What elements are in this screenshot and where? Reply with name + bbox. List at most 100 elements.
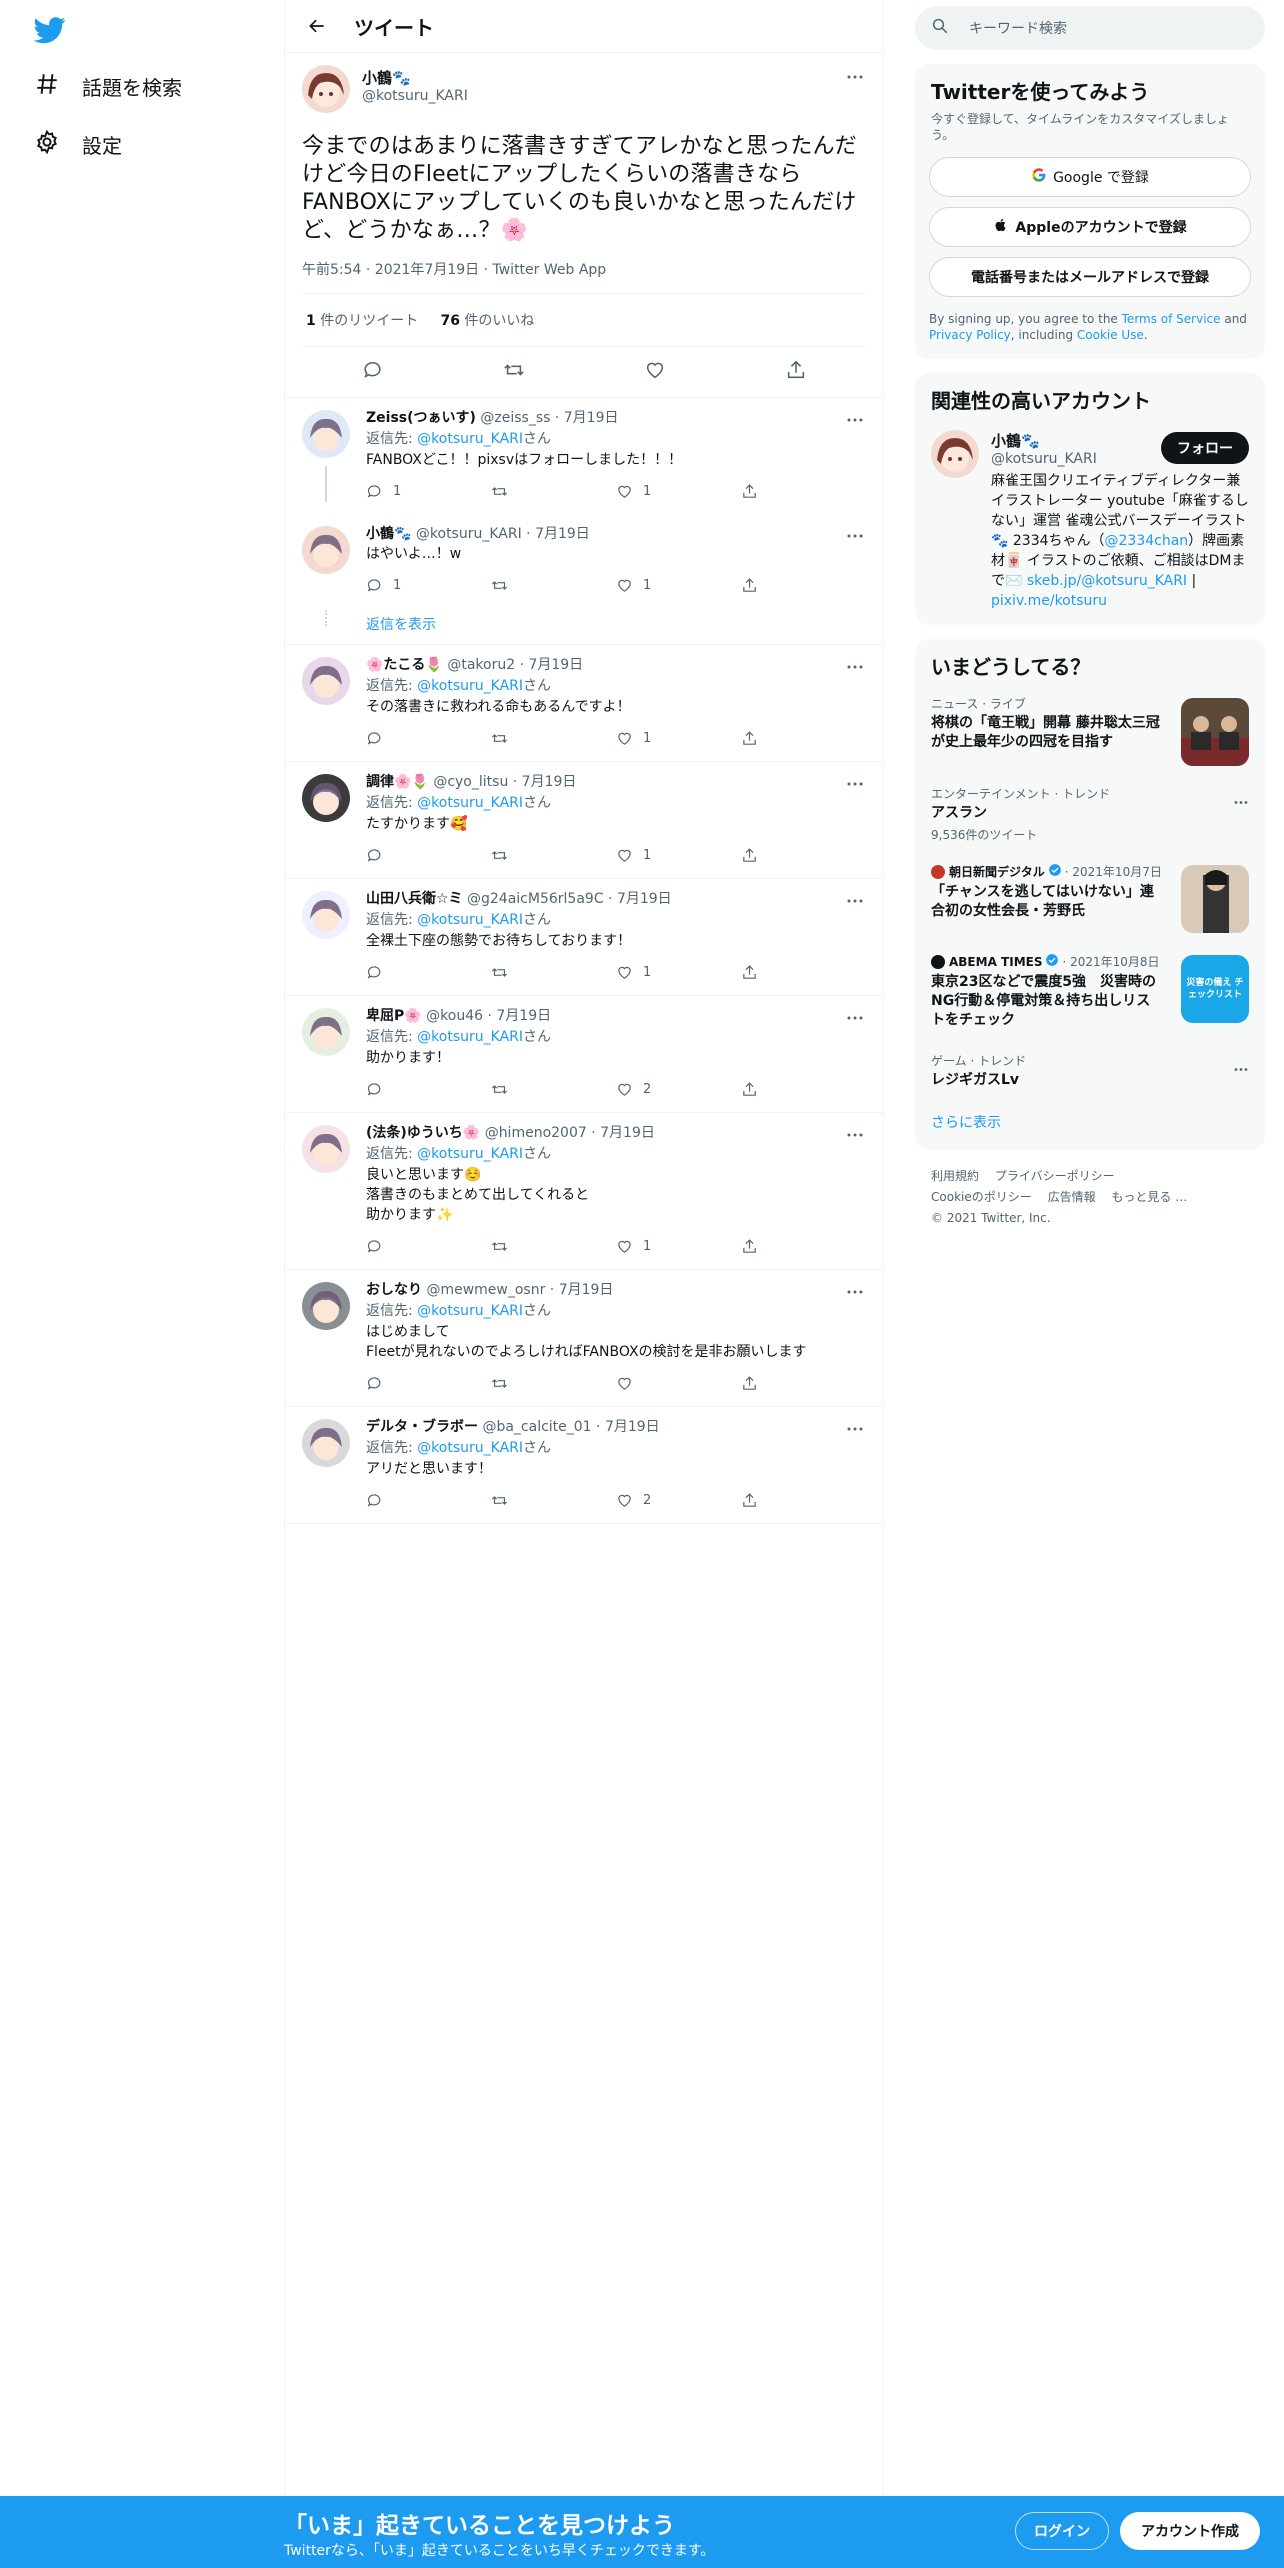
reply-to-link[interactable]: @kotsuru_KARI: [417, 678, 523, 694]
nav-settings[interactable]: 設定: [34, 124, 122, 164]
avatar[interactable]: [302, 410, 350, 458]
reply-author-name[interactable]: 調律🌸🌷: [366, 774, 429, 790]
more-icon[interactable]: [843, 526, 867, 546]
reply-author-handle[interactable]: @takoru2: [447, 657, 515, 673]
relevant-account[interactable]: 小鶴🐾 @kotsuru_KARI 麻雀王国クリエイティブディレクター兼イラスト…: [915, 420, 1265, 625]
reply-author-name[interactable]: 山田八兵衛☆ミ: [366, 891, 463, 907]
more-icon[interactable]: [843, 1008, 867, 1028]
author-handle[interactable]: @kotsuru_KARI: [362, 87, 468, 105]
reply-tweet[interactable]: デルタ・ブラボー @ba_calcite_01 · 7月19日 返信先: @ko…: [286, 1407, 883, 1524]
like-button[interactable]: 1: [616, 964, 741, 981]
more-icon[interactable]: [843, 657, 867, 677]
trend-item[interactable]: 朝日新聞デジタル · 2021年10月7日 「チャンスを逃してはいけない」連合初…: [915, 853, 1265, 943]
create-account-button[interactable]: アカウント作成: [1120, 2512, 1260, 2550]
reply-date[interactable]: · 7月19日: [487, 1008, 551, 1024]
footer-more-link[interactable]: もっと見る …: [1111, 1190, 1187, 1204]
reply-button[interactable]: [366, 1081, 491, 1098]
retweet-count-link[interactable]: 1 件のリツイート: [306, 313, 418, 329]
reply-button[interactable]: [366, 964, 491, 981]
more-icon[interactable]: [843, 1419, 867, 1439]
reply-button[interactable]: 1: [366, 483, 491, 500]
reply-tweet[interactable]: Zeiss(つぁいす) @zeiss_ss · 7月19日 返信先: @kots…: [286, 398, 883, 514]
avatar[interactable]: [302, 1008, 350, 1056]
login-button[interactable]: ログイン: [1015, 2512, 1109, 2550]
share-button[interactable]: [741, 847, 768, 864]
share-button[interactable]: [741, 964, 768, 981]
more-icon[interactable]: [843, 774, 867, 794]
like-button[interactable]: [616, 1375, 741, 1392]
share-button[interactable]: [741, 730, 768, 747]
reply-tweet[interactable]: 卑屈P🌸 @kou46 · 7月19日 返信先: @kotsuru_KARIさん…: [286, 996, 883, 1113]
reply-tweet[interactable]: 山田八兵衛☆ミ @g24aicM56rl5a9C · 7月19日 返信先: @k…: [286, 879, 883, 996]
avatar[interactable]: [302, 774, 350, 822]
share-icon[interactable]: [785, 359, 807, 385]
nav-explore[interactable]: 話題を検索: [34, 66, 182, 106]
like-button[interactable]: 1: [616, 1238, 741, 1255]
tweet-meta[interactable]: 午前5:54 · 2021年7月19日 · Twitter Web App: [302, 259, 867, 294]
avatar[interactable]: [302, 526, 350, 574]
reply-date[interactable]: · 7月19日: [596, 1419, 660, 1435]
privacy-policy-link[interactable]: Privacy Policy: [929, 328, 1011, 342]
like-button[interactable]: 1: [616, 577, 741, 594]
reply-button[interactable]: [366, 1492, 491, 1509]
reply-tweet[interactable]: 調律🌸🌷 @cyo_litsu · 7月19日 返信先: @kotsuru_KA…: [286, 762, 883, 879]
reply-author-handle[interactable]: @cyo_litsu: [433, 774, 508, 790]
reply-date[interactable]: · 7月19日: [520, 657, 584, 673]
reply-to-link[interactable]: @kotsuru_KARI: [417, 431, 523, 447]
reply-author-name[interactable]: 小鶴🐾: [366, 526, 411, 542]
reply-to-link[interactable]: @kotsuru_KARI: [417, 912, 523, 928]
share-button[interactable]: [741, 1081, 768, 1098]
like-button[interactable]: 2: [616, 1081, 741, 1098]
reply-button[interactable]: [366, 1375, 491, 1392]
twitter-logo-icon[interactable]: [33, 14, 66, 46]
share-button[interactable]: [741, 577, 768, 594]
retweet-button[interactable]: [491, 1492, 616, 1509]
reply-author-name[interactable]: 卑屈P🌸: [366, 1008, 422, 1024]
reply-icon[interactable]: [362, 359, 384, 385]
reply-date[interactable]: · 7月19日: [608, 891, 672, 907]
retweet-button[interactable]: [491, 847, 616, 864]
reply-author-handle[interactable]: @kotsuru_KARI: [416, 526, 522, 542]
follow-button[interactable]: フォロー: [1161, 432, 1249, 464]
apple-signup-button[interactable]: Appleのアカウントで登録: [929, 207, 1251, 247]
retweet-icon[interactable]: [503, 359, 525, 385]
trend-item[interactable]: エンターテインメント · トレンド アスラン 9,536件のツイート: [915, 776, 1265, 853]
reply-author-name[interactable]: (法条)ゆういち🌸: [366, 1125, 480, 1141]
reply-author-handle[interactable]: @himeno2007: [485, 1125, 587, 1141]
retweet-button[interactable]: [491, 577, 616, 594]
reply-tweet[interactable]: (法条)ゆういち🌸 @himeno2007 · 7月19日 返信先: @kots…: [286, 1113, 883, 1270]
trend-item[interactable]: ABEMA TIMES · 2021年10月8日 東京23区などで震度5強 災害…: [915, 943, 1265, 1043]
share-button[interactable]: [741, 1238, 768, 1255]
retweet-button[interactable]: [491, 483, 616, 500]
reply-author-handle[interactable]: @mewmew_osnr: [426, 1282, 545, 1298]
footer-cookie-link[interactable]: Cookieのポリシー: [931, 1190, 1032, 1204]
like-button[interactable]: 1: [616, 483, 741, 500]
avatar[interactable]: [302, 65, 350, 113]
author-name[interactable]: 小鶴🐾: [362, 69, 468, 87]
reply-author-name[interactable]: おしなり: [366, 1282, 422, 1298]
share-button[interactable]: [741, 483, 768, 500]
avatar[interactable]: [931, 430, 979, 478]
reply-button[interactable]: 1: [366, 577, 491, 594]
reply-to-link[interactable]: @kotsuru_KARI: [417, 1303, 523, 1319]
avatar[interactable]: [302, 1282, 350, 1330]
footer-ads-link[interactable]: 広告情報: [1048, 1190, 1096, 1204]
share-button[interactable]: [741, 1492, 768, 1509]
more-icon[interactable]: [843, 891, 867, 911]
phone-email-signup-button[interactable]: 電話番号またはメールアドレスで登録: [929, 257, 1251, 297]
trend-item[interactable]: ニュース · ライブ 将棋の「竜王戦」開幕 藤井聡太三冠が史上最年少の四冠を目指…: [915, 686, 1265, 776]
show-replies-link[interactable]: 返信を表示: [286, 608, 883, 644]
reply-button[interactable]: [366, 847, 491, 864]
reply-date[interactable]: · 7月19日: [555, 410, 619, 426]
reply-date[interactable]: · 7月19日: [513, 774, 577, 790]
reply-author-handle[interactable]: @kou46: [426, 1008, 483, 1024]
reply-tweet[interactable]: 🌸たこる🌷 @takoru2 · 7月19日 返信先: @kotsuru_KAR…: [286, 645, 883, 762]
terms-of-service-link[interactable]: Terms of Service: [1122, 312, 1221, 326]
back-arrow-icon[interactable]: [300, 9, 334, 43]
reply-to-link[interactable]: @kotsuru_KARI: [417, 1440, 523, 1456]
reply-author-handle[interactable]: @zeiss_ss: [480, 410, 550, 426]
reply-to-link[interactable]: @kotsuru_KARI: [417, 1029, 523, 1045]
more-icon[interactable]: [843, 1282, 867, 1302]
reply-author-handle[interactable]: @g24aicM56rl5a9C: [467, 891, 604, 907]
show-more-trends-link[interactable]: さらに表示: [915, 1100, 1265, 1150]
